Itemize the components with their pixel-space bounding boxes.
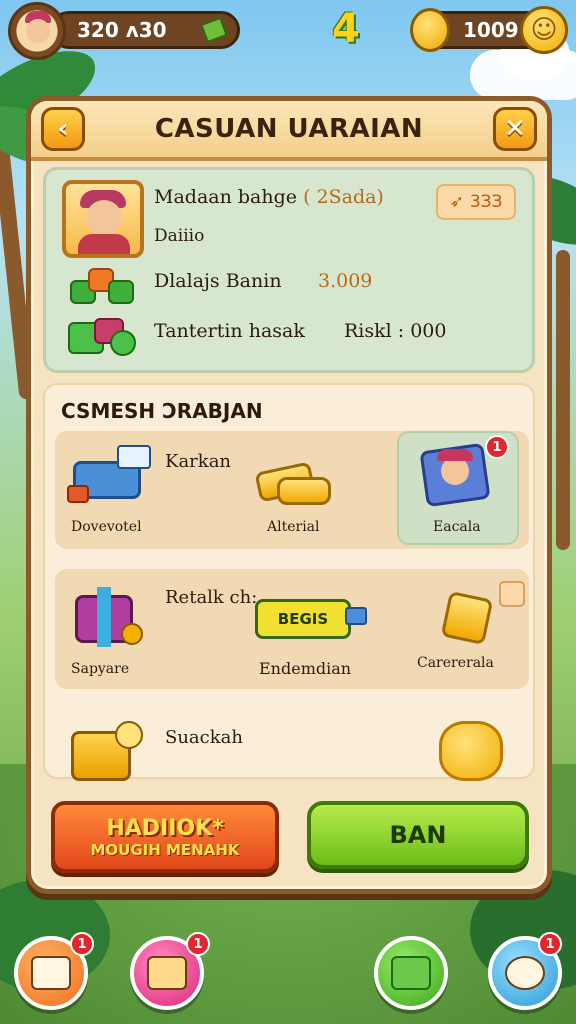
pet-icon xyxy=(505,956,545,990)
shop-row-2-label: Retalk ch: xyxy=(165,587,258,608)
stat-row-1-value: 3.009 xyxy=(318,270,373,292)
dialog-title: CASUAN UARAIAN xyxy=(154,114,424,144)
chat-icon xyxy=(391,956,431,990)
profile-name-line: Madaan bahge ( 2Sada) xyxy=(154,186,384,208)
edit-icon[interactable] xyxy=(499,581,525,607)
player-avatar[interactable] xyxy=(8,2,66,60)
shop-section: CSMESH ƆRABJAN Karkan Dovevotel Alterial… xyxy=(43,383,535,781)
shop-item-label: Carererala xyxy=(417,655,494,671)
gem-icon[interactable] xyxy=(200,16,228,44)
emerald-stack-icon xyxy=(68,314,140,362)
special-offer-title: HADIIOK* xyxy=(106,815,224,841)
smile-coin-icon[interactable]: ☺ xyxy=(520,6,568,54)
special-offer-button[interactable]: HADIIOK* MOUGIH MENAHK xyxy=(51,801,279,873)
cash-register-icon[interactable] xyxy=(67,443,157,507)
shop-item-label: Dovevotel xyxy=(71,519,142,535)
character-portrait xyxy=(62,180,144,258)
dialog-panel: ‹ CASUAN UARAIAN ✕ Madaan bahge ( 2Sada)… xyxy=(26,96,552,894)
arrow-left-icon: ‹ xyxy=(57,114,69,144)
profile-name-suffix: ( 2Sada) xyxy=(303,186,384,208)
gold-bars-icon[interactable] xyxy=(253,447,333,507)
stat-row-2-value: Riskl : 000 xyxy=(344,320,447,342)
profile-name: Madaan bahge xyxy=(154,186,298,208)
shop-item-label: Eacala xyxy=(433,519,481,535)
close-icon: ✕ xyxy=(504,114,526,144)
stat-row-1-label: Dlalajs Banin xyxy=(154,270,282,292)
shop-section-title: CSMESH ƆRABJAN xyxy=(61,399,263,423)
special-offer-subtitle: MOUGIH MENAHK xyxy=(90,840,240,859)
home-icon xyxy=(31,956,71,990)
flame-icon: ➶ xyxy=(449,192,464,212)
chat-button[interactable] xyxy=(374,936,448,1010)
character-card-icon[interactable] xyxy=(419,441,493,508)
stat-row-2-label: Tantertin hasak xyxy=(154,320,305,342)
currency-value: 320 ʌ30 xyxy=(77,18,167,42)
confirm-button[interactable]: BAN xyxy=(307,801,529,869)
happy-star-icon[interactable] xyxy=(437,719,507,783)
ticket-icon[interactable]: BEGIS xyxy=(255,593,375,643)
notification-badge: 1 xyxy=(70,932,94,956)
profile-info-card: Madaan bahge ( 2Sada) ➶ 3ЗЗ Daiiio Dlala… xyxy=(43,167,535,373)
notification-badge: 1 xyxy=(485,435,509,459)
coin-value: 1009 xyxy=(463,18,519,42)
notification-badge: 1 xyxy=(186,932,210,956)
back-button[interactable]: ‹ xyxy=(41,107,85,151)
shop-item-label: Alterial xyxy=(267,519,320,535)
card-sparkle-icon[interactable] xyxy=(439,585,499,646)
shop-row-1-label: Karkan xyxy=(165,451,232,472)
mail-icon xyxy=(147,956,187,990)
dialog-title-bar: ‹ CASUAN UARAIAN ✕ xyxy=(31,101,547,161)
notification-badge: 1 xyxy=(538,932,562,956)
currency-counter: 320 ʌ30 xyxy=(50,11,240,49)
shop-item-label: Endemdian xyxy=(259,659,352,678)
shop-row-3-label: Suackah xyxy=(165,727,243,748)
price-tag[interactable]: ➶ 3ЗЗ xyxy=(436,184,516,220)
coin-icon xyxy=(410,8,450,52)
gift-box-icon[interactable] xyxy=(67,581,153,651)
level-badge: 4 xyxy=(332,6,360,52)
gems-stack-icon xyxy=(68,266,140,314)
ticket-button-text: BEGIS xyxy=(255,599,351,639)
price-tag-value: 3ЗЗ xyxy=(469,192,503,212)
chest-icon[interactable] xyxy=(67,719,147,783)
top-hud: 320 ʌ30 4 1009 ☺ xyxy=(0,0,576,60)
shop-item-label: Sapyare xyxy=(71,661,130,677)
profile-subtitle: Daiiio xyxy=(154,226,205,246)
close-button[interactable]: ✕ xyxy=(493,107,537,151)
